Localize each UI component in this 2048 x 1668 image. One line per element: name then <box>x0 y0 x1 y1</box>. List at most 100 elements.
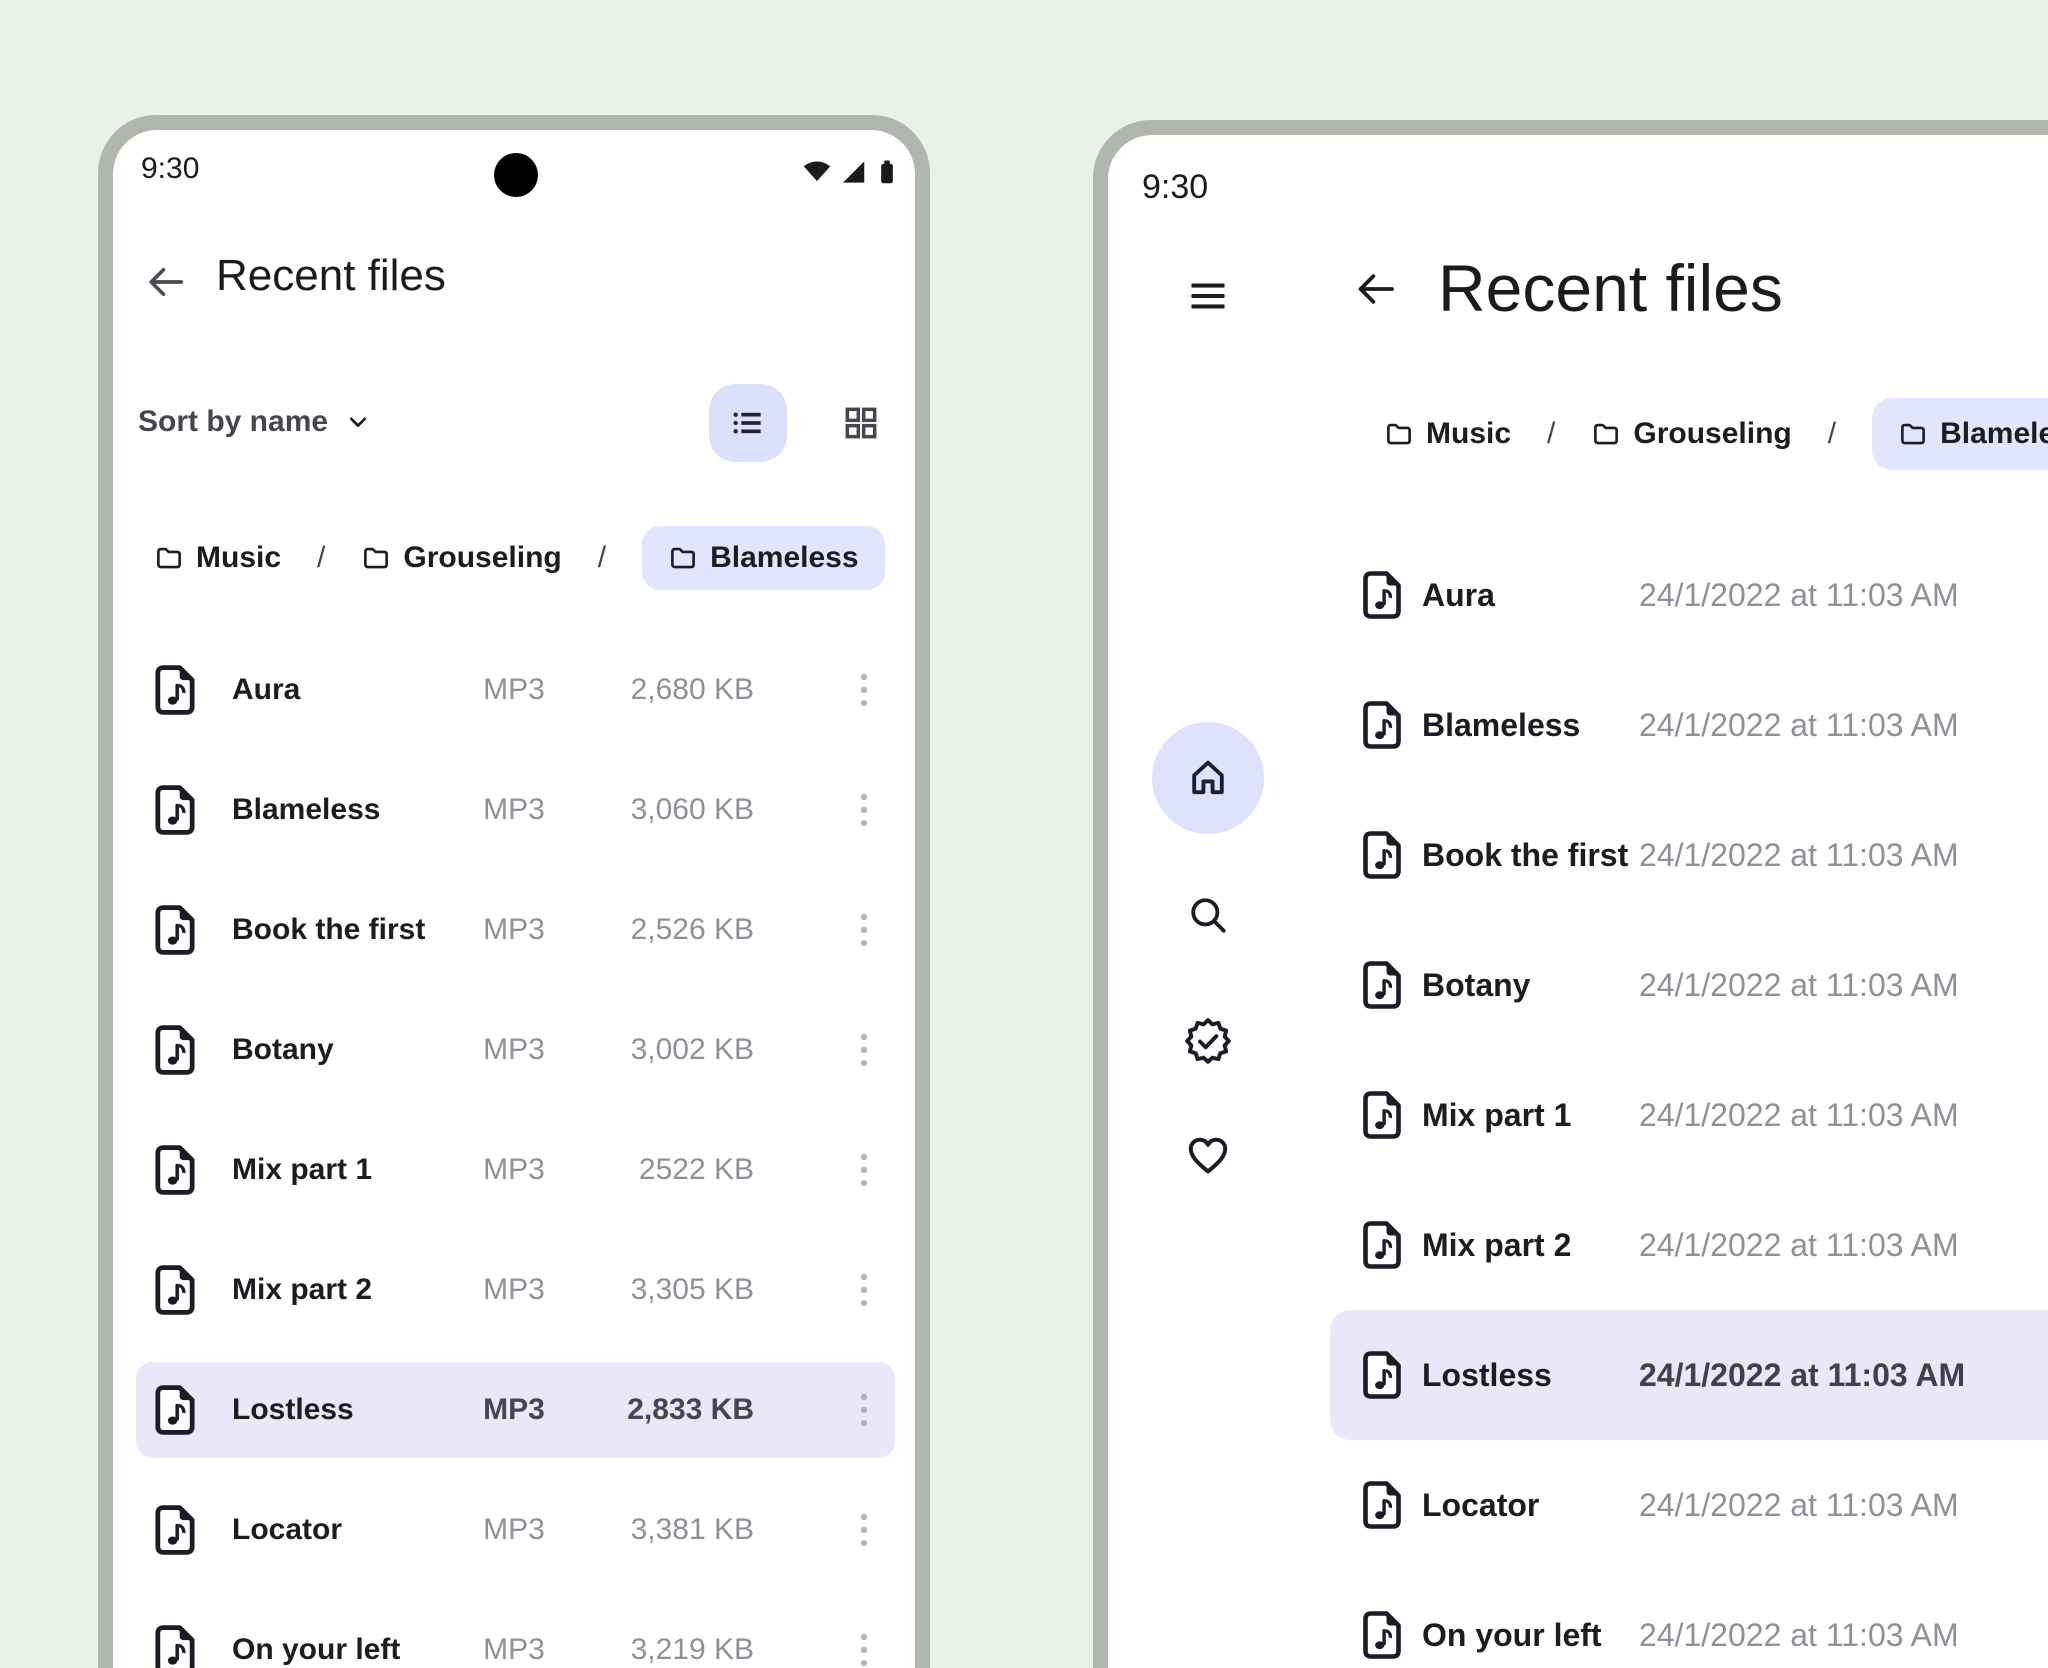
heart-icon[interactable] <box>1184 1131 1232 1179</box>
more-vert-button[interactable] <box>850 1153 877 1187</box>
phone-screen: 9:30 Recent files Sort by name Music / G… <box>113 130 915 1668</box>
file-row[interactable]: Locator 24/1/2022 at 11:03 AM <box>1330 1440 2048 1570</box>
file-row[interactable]: Mix part 2 24/1/2022 at 11:03 AM <box>1330 1180 2048 1310</box>
list-view-button[interactable] <box>709 384 787 462</box>
file-name: Mix part 2 <box>1422 1226 1572 1263</box>
nav-rail-item-home-selected[interactable] <box>1152 722 1264 834</box>
file-row[interactable]: On your left MP3 3,219 KB <box>136 1602 895 1668</box>
file-row[interactable]: Botany MP3 3,002 KB <box>136 1002 895 1098</box>
folder-icon <box>1898 419 1928 449</box>
audio-file-icon <box>154 1384 196 1436</box>
file-row[interactable]: On your left 24/1/2022 at 11:03 AM <box>1330 1570 2048 1668</box>
file-size: 3,002 KB <box>630 1033 754 1066</box>
audio-file-icon <box>1362 830 1402 880</box>
sort-label: Sort by name <box>138 405 329 438</box>
audio-file-icon <box>1362 570 1402 620</box>
audio-file-icon <box>1362 960 1402 1010</box>
file-name: On your left <box>1422 1616 1602 1653</box>
status-time: 9:30 <box>141 152 200 185</box>
back-arrow-icon[interactable] <box>1351 265 1399 313</box>
file-name: Locator <box>232 1513 343 1546</box>
file-name: Blameless <box>232 793 381 826</box>
breadcrumb-label: Grouseling <box>1633 417 1792 450</box>
folder-icon <box>1591 419 1621 449</box>
file-date: 24/1/2022 at 11:03 AM <box>1639 706 1959 743</box>
more-vert-button[interactable] <box>850 1633 877 1667</box>
file-type: MP3 <box>483 1153 545 1186</box>
audio-file-icon <box>1362 1220 1402 1270</box>
file-row[interactable]: Botany 24/1/2022 at 11:03 AM <box>1330 920 2048 1050</box>
file-row[interactable]: Book the first 24/1/2022 at 11:03 AM <box>1330 790 2048 920</box>
more-vert-icon <box>860 1633 868 1667</box>
more-vert-button[interactable] <box>850 1393 877 1427</box>
tablet-device-frame: 9:30 Recent files Music / Grouseling / B… <box>1093 120 2048 1668</box>
more-vert-button[interactable] <box>850 673 877 707</box>
more-vert-button[interactable] <box>850 1273 877 1307</box>
status-icons <box>801 156 901 188</box>
audio-file-icon <box>1362 1480 1402 1530</box>
file-row[interactable]: Blameless MP3 3,060 KB <box>136 762 895 858</box>
file-date: 24/1/2022 at 11:03 AM <box>1639 966 1959 1003</box>
file-name: Lostless <box>232 1393 354 1426</box>
sort-menu-button[interactable]: Sort by name <box>138 402 372 442</box>
grid-view-button[interactable] <box>831 391 891 455</box>
breadcrumb-item-blameless-selected[interactable]: Blameless <box>642 526 885 590</box>
file-size: 3,219 KB <box>630 1633 754 1666</box>
file-row[interactable]: Aura MP3 2,680 KB <box>136 642 895 738</box>
audio-file-icon <box>154 904 196 956</box>
file-row[interactable]: Mix part 1 MP3 2522 KB <box>136 1122 895 1218</box>
file-date: 24/1/2022 at 11:03 AM <box>1639 1096 1959 1133</box>
more-vert-icon <box>860 793 868 827</box>
search-icon[interactable] <box>1185 892 1231 938</box>
chevron-down-icon <box>344 408 372 436</box>
file-type: MP3 <box>483 913 545 946</box>
breadcrumb: Music / Grouseling / Blameless <box>154 526 885 590</box>
file-row[interactable]: Locator MP3 3,381 KB <box>136 1482 895 1578</box>
file-type: MP3 <box>483 1513 545 1546</box>
breadcrumb-item-blameless-selected[interactable]: Blameless <box>1872 398 2048 470</box>
back-arrow-icon[interactable] <box>142 259 188 305</box>
more-vert-icon <box>860 1513 868 1547</box>
wifi-icon <box>801 156 833 188</box>
breadcrumb-item-music[interactable]: Music <box>1384 417 1511 451</box>
breadcrumb-item-music[interactable]: Music <box>154 541 281 575</box>
breadcrumb-label: Music <box>1426 417 1512 450</box>
file-row-selected[interactable]: Lostless 24/1/2022 at 11:03 AM <box>1330 1310 2048 1440</box>
more-vert-button[interactable] <box>850 793 877 827</box>
file-row[interactable]: Mix part 2 MP3 3,305 KB <box>136 1242 895 1338</box>
file-type: MP3 <box>483 793 545 826</box>
file-name: Botany <box>1422 966 1531 1003</box>
battery-icon <box>873 157 901 187</box>
more-vert-button[interactable] <box>850 1513 877 1547</box>
file-date: 24/1/2022 at 11:03 AM <box>1639 576 1959 613</box>
more-vert-icon <box>860 1153 868 1187</box>
more-vert-icon <box>860 673 868 707</box>
more-vert-button[interactable] <box>850 913 877 947</box>
breadcrumb-item-grouseling[interactable]: Grouseling <box>1591 417 1792 451</box>
file-date: 24/1/2022 at 11:03 AM <box>1639 836 1959 873</box>
cellular-icon <box>838 157 868 187</box>
file-row-selected[interactable]: Lostless MP3 2,833 KB <box>136 1362 895 1458</box>
file-name: Book the first <box>232 913 426 946</box>
file-type: MP3 <box>483 1393 545 1426</box>
audio-file-icon <box>154 784 196 836</box>
file-name: Mix part 1 <box>232 1153 373 1186</box>
file-name: Book the first <box>1422 836 1629 873</box>
breadcrumb-item-grouseling[interactable]: Grouseling <box>361 541 562 575</box>
file-row[interactable]: Blameless 24/1/2022 at 11:03 AM <box>1330 660 2048 790</box>
breadcrumb-label: Grouseling <box>403 541 562 574</box>
camera-punch-hole <box>494 153 538 197</box>
file-list: Aura 24/1/2022 at 11:03 AM Blameless 24/… <box>1330 530 2048 1668</box>
menu-icon[interactable] <box>1186 274 1230 318</box>
file-row[interactable]: Book the first MP3 2,526 KB <box>136 882 895 978</box>
file-date: 24/1/2022 at 11:03 AM <box>1639 1486 1959 1523</box>
phone-device-frame: 9:30 Recent files Sort by name Music / G… <box>98 115 930 1668</box>
file-name: Lostless <box>1422 1356 1552 1393</box>
file-row[interactable]: Aura 24/1/2022 at 11:03 AM <box>1330 530 2048 660</box>
verified-badge-icon[interactable] <box>1183 1016 1233 1066</box>
more-vert-button[interactable] <box>850 1033 877 1067</box>
file-row[interactable]: Mix part 1 24/1/2022 at 11:03 AM <box>1330 1050 2048 1180</box>
home-icon <box>1185 755 1231 801</box>
file-type: MP3 <box>483 1273 545 1306</box>
breadcrumb-separator: / <box>317 541 326 574</box>
